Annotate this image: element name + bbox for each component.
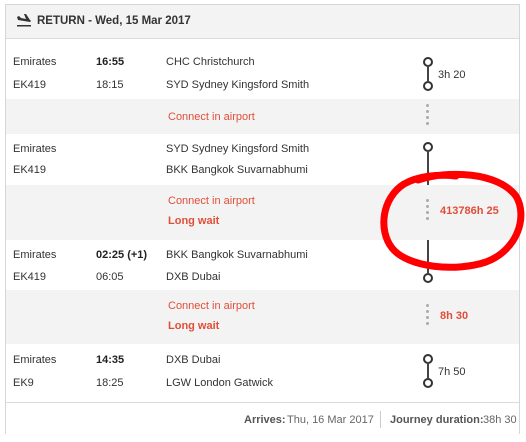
connection-label: Connect in airport xyxy=(168,300,255,312)
airline-name: Emirates xyxy=(13,143,57,155)
departure-airport: DXB Dubai xyxy=(166,354,221,366)
flight-segment: Emirates EK9 14:35 18:25 DXB Dubai LGW L… xyxy=(6,344,519,402)
departure-airport: SYD Sydney Kingsford Smith xyxy=(166,143,310,155)
segment-duration: 3h 20 xyxy=(438,69,466,81)
long-wait-warning: Long wait xyxy=(168,320,220,332)
connection-label: Connect in airport xyxy=(168,195,255,207)
flight-segment: Emirates EK419 16:55 18:15 CHC Christchu… xyxy=(6,39,519,99)
journey-duration-value: 38h 30 xyxy=(483,414,517,426)
red-circle-annotation xyxy=(380,170,525,271)
long-wait-warning: Long wait xyxy=(168,215,220,227)
arrival-airport: LGW London Gatwick xyxy=(166,377,273,389)
timeline-line xyxy=(427,362,429,378)
connection-info: Connect in airport xyxy=(6,99,519,134)
departure-time: 02:25 (+1) xyxy=(96,249,148,261)
arrival-airport: SYD Sydney Kingsford Smith xyxy=(166,79,310,91)
connection-dots xyxy=(426,104,429,128)
connection-label: Connect in airport xyxy=(168,111,255,123)
airline-name: Emirates xyxy=(13,56,57,68)
arrives-label: Arrives: xyxy=(244,414,286,426)
arrives-value: Thu, 16 Mar 2017 xyxy=(287,414,374,426)
connection-wait-duration: 8h 30 xyxy=(440,310,469,322)
departure-airport: BKK Bangkok Suvarnabhumi xyxy=(166,249,308,261)
departure-time: 16:55 xyxy=(96,56,125,68)
segment-duration: 7h 50 xyxy=(438,366,466,378)
arrival-time: 06:05 xyxy=(96,271,124,283)
arrival-airport: DXB Dubai xyxy=(166,271,221,283)
timeline-end-dot xyxy=(423,273,433,283)
journey-footer: Arrives: Thu, 16 Mar 2017 Journey durati… xyxy=(6,402,519,436)
header-title: RETURN - Wed, 15 Mar 2017 xyxy=(37,15,191,27)
airline-name: Emirates xyxy=(13,354,57,366)
arrival-airport: BKK Bangkok Suvarnabhumi xyxy=(166,164,308,176)
timeline-end-dot xyxy=(423,81,433,91)
connection-info: Connect in airport Long wait 8h 30 xyxy=(6,290,519,344)
timeline-end-dot xyxy=(423,378,433,388)
arrival-time: 18:15 xyxy=(96,79,124,91)
airline-name: Emirates xyxy=(13,249,57,261)
flight-number: EK419 xyxy=(13,79,47,91)
itinerary-header: RETURN - Wed, 15 Mar 2017 xyxy=(6,5,519,39)
plane-landing-icon xyxy=(17,14,31,27)
flight-number: EK9 xyxy=(13,377,34,389)
flight-number: EK419 xyxy=(13,271,47,283)
footer-divider xyxy=(380,411,381,428)
connection-dots xyxy=(426,304,429,328)
departure-airport: CHC Christchurch xyxy=(166,56,255,68)
arrival-time: 18:25 xyxy=(96,377,124,389)
timeline-line xyxy=(427,65,429,81)
flight-number: EK419 xyxy=(13,164,47,176)
departure-time: 14:35 xyxy=(96,354,125,366)
journey-duration-label: Journey duration: xyxy=(390,414,484,426)
